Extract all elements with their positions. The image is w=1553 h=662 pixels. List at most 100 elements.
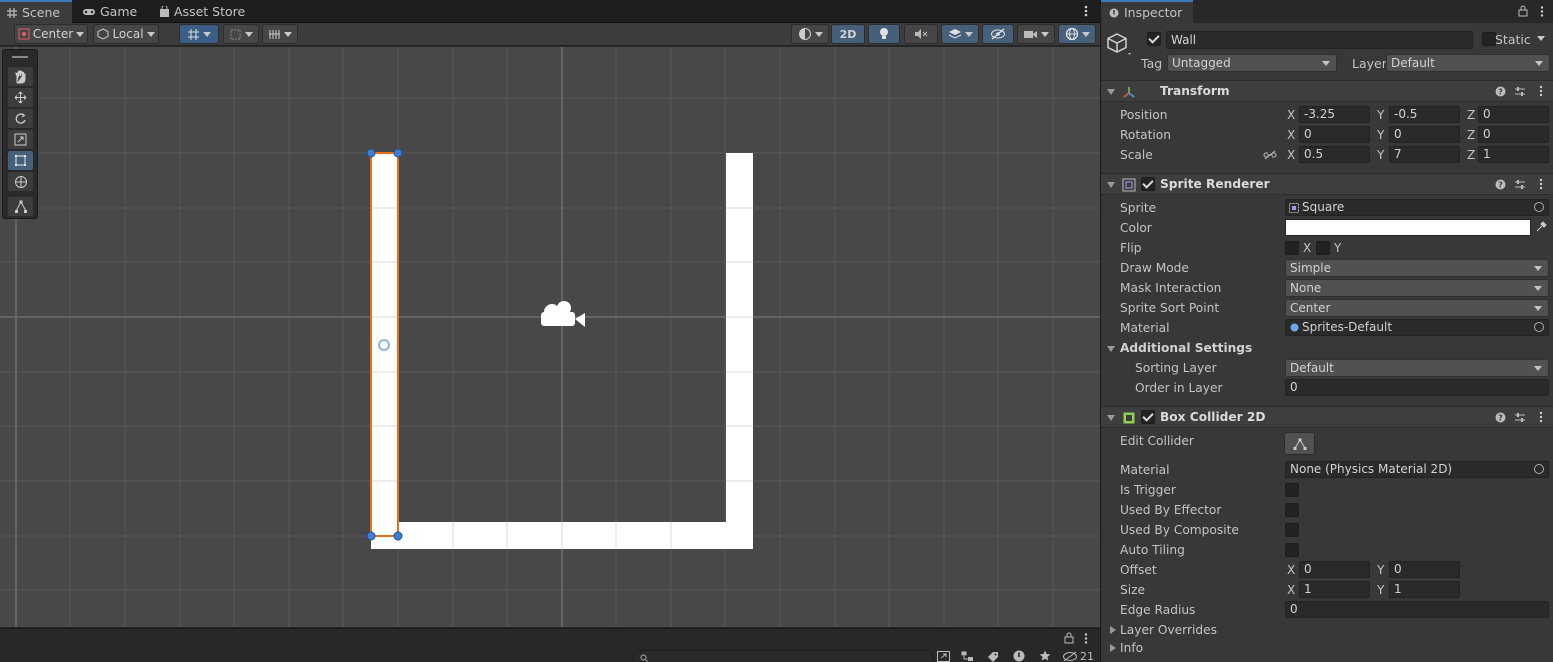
edit-collider-button[interactable] bbox=[1284, 432, 1315, 455]
custom-tool-button[interactable] bbox=[8, 197, 33, 216]
help-icon[interactable]: ? bbox=[1494, 85, 1506, 97]
presets-icon[interactable] bbox=[1514, 178, 1526, 190]
presets-icon[interactable] bbox=[1514, 85, 1526, 97]
edge-radius-field[interactable]: 0 bbox=[1285, 601, 1549, 618]
lock-icon[interactable] bbox=[1064, 632, 1074, 647]
hierarchy-filter-icon[interactable] bbox=[961, 651, 974, 662]
transform-header[interactable]: Transform ? bbox=[1101, 80, 1553, 102]
tab-asset-store[interactable]: Asset Store bbox=[159, 0, 249, 23]
hidden-objects-counter[interactable]: 21 bbox=[1062, 650, 1094, 662]
offset-x-field[interactable]: 0 bbox=[1299, 561, 1370, 578]
static-dropdown[interactable] bbox=[1537, 30, 1545, 44]
layer-overrides-label[interactable]: Layer Overrides bbox=[1120, 623, 1217, 637]
hierarchy-search-input[interactable] bbox=[633, 650, 933, 662]
used-by-composite-checkbox[interactable] bbox=[1285, 523, 1299, 537]
rotation-y-field[interactable]: 0 bbox=[1389, 126, 1460, 143]
constrain-proportions-icon[interactable] bbox=[1263, 150, 1277, 160]
drag-handle-icon[interactable] bbox=[12, 56, 28, 58]
help-icon[interactable]: ? bbox=[1494, 178, 1506, 190]
component-menu-icon[interactable] bbox=[1535, 85, 1547, 97]
layer-dropdown[interactable]: Default bbox=[1386, 54, 1550, 72]
layer-overrides-foldout-icon[interactable] bbox=[1110, 626, 1116, 634]
info-circle-icon[interactable] bbox=[1013, 650, 1025, 662]
scene-viewport[interactable] bbox=[0, 47, 1100, 627]
component-menu-icon[interactable] bbox=[1535, 178, 1547, 190]
component-menu-icon[interactable] bbox=[1535, 411, 1547, 423]
scale-x-field[interactable]: 0.5 bbox=[1299, 146, 1370, 163]
position-z-field[interactable]: 0 bbox=[1478, 106, 1549, 123]
object-picker-icon[interactable] bbox=[1534, 464, 1544, 474]
inspector-lock-icon[interactable] bbox=[1518, 5, 1528, 20]
flip-y-checkbox[interactable] bbox=[1316, 241, 1330, 255]
static-checkbox[interactable] bbox=[1482, 32, 1496, 46]
gizmos-dropdown[interactable] bbox=[1058, 24, 1096, 44]
scene-visibility-toggle[interactable] bbox=[982, 24, 1014, 44]
effects-dropdown[interactable] bbox=[941, 24, 979, 44]
toggle-2d-button[interactable]: 2D bbox=[831, 24, 865, 44]
shading-mode-dropdown[interactable] bbox=[791, 24, 829, 44]
foldout-arrow-icon[interactable] bbox=[1107, 182, 1115, 188]
move-tool-button[interactable] bbox=[8, 88, 33, 107]
scene-camera-dropdown[interactable] bbox=[1017, 24, 1055, 44]
info-foldout-icon[interactable] bbox=[1110, 644, 1116, 652]
object-picker-icon[interactable] bbox=[1534, 322, 1544, 332]
auto-tiling-checkbox[interactable] bbox=[1285, 543, 1299, 557]
box-collider-enabled-checkbox[interactable] bbox=[1141, 410, 1155, 424]
offset-y-field[interactable]: 0 bbox=[1389, 561, 1460, 578]
label-tag-icon[interactable] bbox=[987, 651, 999, 662]
object-picker-icon[interactable] bbox=[1534, 202, 1544, 212]
rotation-z-field[interactable]: 0 bbox=[1478, 126, 1549, 143]
audio-toggle[interactable] bbox=[904, 24, 938, 44]
sprite-renderer-header[interactable]: Sprite Renderer ? bbox=[1101, 173, 1553, 195]
pivot-rotation-dropdown[interactable]: Local bbox=[93, 24, 159, 44]
grid-snapping-toggle[interactable] bbox=[179, 24, 219, 44]
info-label[interactable]: Info bbox=[1120, 641, 1143, 655]
inspector-more-menu-icon[interactable] bbox=[1539, 5, 1545, 21]
transform-tool-button[interactable] bbox=[8, 172, 33, 191]
tag-dropdown[interactable]: Untagged bbox=[1167, 54, 1337, 72]
scale-tool-button[interactable] bbox=[8, 130, 33, 149]
sprite-object-field[interactable]: Square bbox=[1285, 199, 1549, 216]
increment-snap-toggle[interactable] bbox=[223, 24, 259, 44]
scale-y-field[interactable]: 7 bbox=[1389, 146, 1460, 163]
rect-tool-button[interactable] bbox=[8, 151, 33, 170]
rotate-tool-button[interactable] bbox=[8, 109, 33, 128]
physics-material-field[interactable]: None (Physics Material 2D) bbox=[1285, 461, 1549, 478]
mask-interaction-dropdown[interactable]: None bbox=[1285, 279, 1549, 297]
gameobject-icon[interactable] bbox=[1105, 29, 1135, 59]
foldout-arrow-icon[interactable] bbox=[1107, 415, 1115, 421]
used-by-effector-checkbox[interactable] bbox=[1285, 503, 1299, 517]
eyedropper-icon[interactable] bbox=[1535, 221, 1547, 233]
color-swatch-field[interactable] bbox=[1285, 219, 1531, 236]
box-collider-header[interactable]: Box Collider 2D ? bbox=[1101, 406, 1553, 428]
object-name-field[interactable]: Wall bbox=[1166, 31, 1473, 49]
position-x-field[interactable]: -3.25 bbox=[1299, 106, 1370, 123]
position-y-field[interactable]: -0.5 bbox=[1389, 106, 1460, 123]
material-object-field[interactable]: Sprites-Default bbox=[1285, 319, 1549, 336]
sorting-layer-dropdown[interactable]: Default bbox=[1285, 359, 1549, 377]
active-checkbox[interactable] bbox=[1147, 32, 1161, 46]
favorite-star-icon[interactable] bbox=[1039, 650, 1051, 662]
rotation-x-field[interactable]: 0 bbox=[1299, 126, 1370, 143]
hand-tool-button[interactable] bbox=[8, 67, 33, 86]
tab-game[interactable]: Game bbox=[82, 0, 152, 23]
tab-inspector[interactable]: Inspector bbox=[1101, 0, 1193, 23]
size-x-field[interactable]: 1 bbox=[1299, 581, 1370, 598]
order-in-layer-field[interactable]: 0 bbox=[1285, 379, 1549, 396]
presets-icon[interactable] bbox=[1514, 411, 1526, 423]
pivot-mode-dropdown[interactable]: Center bbox=[14, 24, 88, 44]
draw-mode-dropdown[interactable]: Simple bbox=[1285, 259, 1549, 277]
open-window-icon[interactable] bbox=[937, 651, 950, 662]
lighting-toggle[interactable] bbox=[868, 24, 900, 44]
grid-visibility-toggle[interactable] bbox=[262, 24, 298, 44]
sprite-sort-point-dropdown[interactable]: Center bbox=[1285, 299, 1549, 317]
tab-scene[interactable]: Scene bbox=[0, 0, 72, 23]
foldout-arrow-icon[interactable] bbox=[1107, 89, 1115, 95]
help-icon[interactable]: ? bbox=[1494, 411, 1506, 423]
scale-z-field[interactable]: 1 bbox=[1478, 146, 1549, 163]
flip-x-checkbox[interactable] bbox=[1285, 241, 1299, 255]
sprite-renderer-enabled-checkbox[interactable] bbox=[1141, 177, 1155, 191]
bottom-more-menu-icon[interactable] bbox=[1083, 632, 1089, 648]
size-y-field[interactable]: 1 bbox=[1389, 581, 1460, 598]
is-trigger-checkbox[interactable] bbox=[1285, 483, 1299, 497]
